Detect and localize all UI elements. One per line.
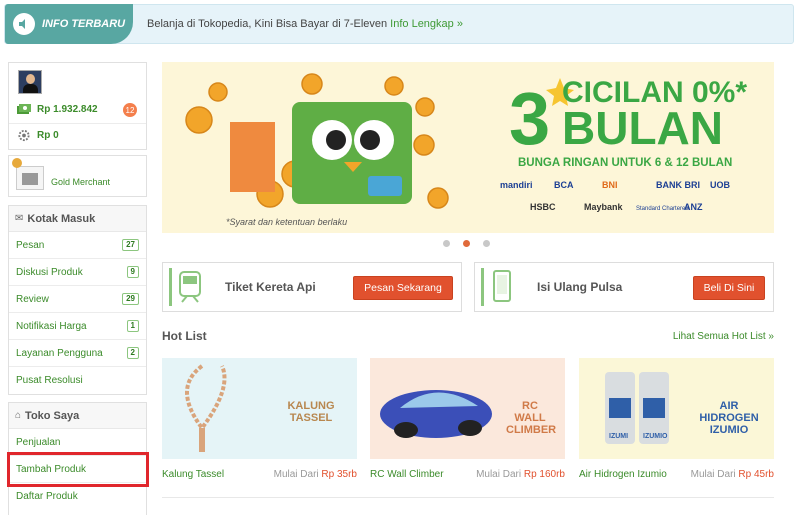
product-name[interactable]: Kalung Tassel — [162, 469, 224, 480]
info-tag: INFO TERBARU — [5, 4, 133, 44]
train-icon — [169, 268, 207, 306]
product-price: Rp 160rb — [523, 469, 565, 480]
saldo-value: Rp 1.932.842 — [37, 104, 98, 115]
hotlist-card[interactable]: IZUMI IZUMIO AIR HIDROGEN IZUMIO Air Hidr… — [579, 358, 774, 480]
inbox-header: ✉ Kotak Masuk — [9, 206, 146, 232]
beli-di-sini-button[interactable]: Beli Di Sini — [693, 276, 765, 300]
product-price-wrap: Mulai Dari Rp 160rb — [476, 469, 565, 480]
water-pouch-image: IZUMI IZUMIO — [605, 372, 669, 444]
rc-car-image — [380, 390, 492, 438]
carousel-dot[interactable] — [443, 240, 450, 247]
necklace-image — [185, 364, 227, 452]
carousel-dot-active[interactable] — [463, 240, 470, 247]
promo-title: Isi Ulang Pulsa — [537, 280, 623, 294]
product-name[interactable]: Air Hidrogen Izumio — [579, 469, 667, 480]
home-icon: ⌂ — [15, 410, 22, 421]
bank-logo: UOB — [710, 180, 731, 190]
gear-icon — [18, 129, 30, 142]
bank-logo: BANK BRI — [656, 180, 700, 190]
hotlist-see-all-link[interactable]: Lihat Semua Hot List » — [673, 331, 774, 342]
bank-logo: BCA — [554, 180, 574, 190]
info-message: Belanja di Tokopedia, Kini Bisa Bayar di… — [147, 18, 463, 30]
product-image-label: AIR HIDROGEN IZUMIO — [699, 400, 759, 436]
product-image[interactable]: IZUMI IZUMIO AIR HIDROGEN IZUMIO — [579, 358, 774, 459]
hotlist-caption: Kalung Tassel Mulai Dari Rp 35rb — [162, 469, 357, 480]
bank-logo: BNI — [602, 180, 618, 190]
shop-icon — [16, 166, 44, 190]
product-price: Rp 35rb — [321, 469, 357, 480]
speaker-icon — [13, 13, 35, 35]
svg-text:IZUMIO: IZUMIO — [643, 433, 668, 440]
promo-train: Tiket Kereta Api Pesan Sekarang — [162, 262, 462, 312]
menu-item-notifikasi-harga[interactable]: Notifikasi Harga 1 — [9, 313, 146, 340]
count-badge: 27 — [122, 239, 139, 251]
banner-sub: BUNGA RINGAN UNTUK 6 & 12 BULAN — [518, 157, 732, 169]
product-image-label: RC WALL CLIMBER — [506, 400, 557, 436]
banner-art: *Syarat dan ketentuan berlaku 3 CICILAN … — [162, 62, 774, 233]
hotlist-card[interactable]: KALUNG TASSEL Kalung Tassel Mulai Dari R… — [162, 358, 357, 480]
bank-logo: Standard Chartered — [636, 206, 689, 212]
hotlist-caption: Air Hidrogen Izumio Mulai Dari Rp 45rb — [579, 469, 774, 480]
divider — [9, 123, 146, 124]
banner-number: 3 — [509, 77, 550, 160]
carousel-dot[interactable] — [483, 240, 490, 247]
menu-item-review[interactable]: Review 29 — [9, 286, 146, 313]
merchant-card[interactable]: Gold Merchant — [8, 155, 147, 197]
menu-item-pusat-resolusi[interactable]: Pusat Resolusi — [9, 367, 146, 394]
count-badge: 9 — [126, 266, 139, 278]
points-value: Rp 0 — [37, 130, 59, 141]
lock-icon — [12, 158, 22, 168]
product-price-wrap: Mulai Dari Rp 45rb — [690, 469, 774, 480]
info-tag-label: INFO TERBARU — [42, 18, 126, 30]
divider — [162, 497, 774, 498]
banner-disclaimer: *Syarat dan ketentuan berlaku — [226, 217, 347, 227]
highlight-annotation — [7, 452, 149, 487]
menu-item-layanan-pengguna[interactable]: Layanan Pengguna 2 — [9, 340, 146, 367]
money-icon — [17, 104, 31, 114]
promo-banner[interactable]: *Syarat dan ketentuan berlaku 3 CICILAN … — [162, 62, 774, 233]
svg-text:IZUMI: IZUMI — [609, 433, 628, 440]
saldo-badge: 12 — [123, 103, 137, 117]
hotlist-caption: RC Wall Climber Mulai Dari Rp 160rb — [370, 469, 565, 480]
bank-logo: HSBC — [530, 202, 556, 212]
hotlist-title: Hot List — [162, 329, 207, 343]
product-image[interactable]: RC WALL CLIMBER — [370, 358, 565, 459]
menu-item-pesan[interactable]: Pesan 27 — [9, 232, 146, 259]
inbox-section: ✉ Kotak Masuk Pesan 27 Diskusi Produk 9 Re… — [8, 205, 147, 395]
info-link[interactable]: Info Lengkap » — [390, 18, 463, 30]
banner-line2: BULAN — [562, 102, 723, 154]
menu-item-daftar-produk[interactable]: Daftar Produk — [9, 483, 146, 510]
product-price: Rp 45rb — [738, 469, 774, 480]
shop-header: ⌂ Toko Saya — [9, 403, 146, 429]
product-price-wrap: Mulai Dari Rp 35rb — [273, 469, 357, 480]
count-badge: 1 — [126, 320, 139, 332]
bank-logo: Maybank — [584, 202, 624, 212]
saldo-row[interactable]: Rp 1.932.842 — [17, 104, 98, 115]
promo-title: Tiket Kereta Api — [225, 280, 316, 294]
bank-logo: ANZ — [684, 202, 703, 212]
info-bar: INFO TERBARU Belanja di Tokopedia, Kini … — [4, 4, 794, 44]
profile-card: Rp 1.932.842 12 Rp 0 — [8, 62, 147, 150]
product-image[interactable]: KALUNG TASSEL — [162, 358, 357, 459]
carousel-dots — [443, 240, 490, 247]
product-image-label: KALUNG TASSEL — [287, 400, 335, 424]
count-badge: 29 — [122, 293, 139, 305]
promo-pulsa: Isi Ulang Pulsa Beli Di Sini — [474, 262, 774, 312]
avatar[interactable] — [18, 70, 42, 94]
points-row[interactable]: Rp 0 — [17, 129, 59, 142]
phone-icon — [481, 268, 519, 306]
envelope-icon: ✉ — [15, 213, 24, 224]
hotlist-card[interactable]: RC WALL CLIMBER RC Wall Climber Mulai Da… — [370, 358, 565, 480]
bank-logo: mandiri — [500, 180, 533, 190]
pesan-sekarang-button[interactable]: Pesan Sekarang — [353, 276, 453, 300]
merchant-label: Gold Merchant — [51, 177, 111, 187]
menu-item-diskusi-produk[interactable]: Diskusi Produk 9 — [9, 259, 146, 286]
product-name[interactable]: RC Wall Climber — [370, 469, 444, 480]
count-badge: 2 — [126, 347, 139, 359]
